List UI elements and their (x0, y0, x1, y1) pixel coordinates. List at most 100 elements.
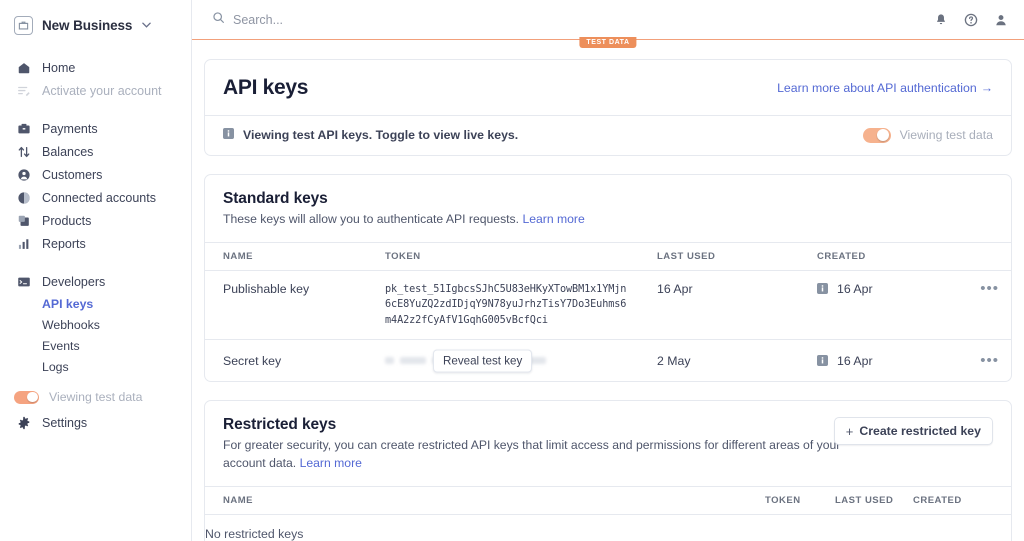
sidebar-item-home[interactable]: Home (0, 56, 191, 79)
sidebar-item-settings[interactable]: Settings (0, 411, 191, 434)
key-name-label: Publishable key (223, 281, 310, 296)
column-header-actions (939, 241, 1011, 271)
info-icon (817, 283, 828, 295)
nav-group-developers: Developers API keys Webhooks Events Logs (0, 270, 191, 377)
standard-keys-learn-more-link[interactable]: Learn more (522, 212, 584, 226)
column-header-token: TOKEN (385, 241, 657, 271)
topbar: TEST DATA (192, 0, 1024, 48)
nav-group-main: Home Activate your account (0, 56, 191, 102)
sidebar-item-api-keys[interactable]: API keys (42, 293, 191, 314)
sidebar-item-logs[interactable]: Logs (42, 356, 191, 377)
test-live-toggle[interactable]: Viewing test data (862, 127, 993, 143)
page-title: API keys (223, 76, 309, 99)
restricted-keys-description: For greater security, you can create res… (223, 437, 848, 472)
page-head: API keys Learn more about API authentica… (205, 60, 1011, 115)
sidebar-item-customers[interactable]: Customers (0, 163, 191, 186)
cell-actions[interactable]: ••• (939, 340, 1011, 381)
account-switcher[interactable]: New Business (0, 8, 191, 42)
topbar-icon-group (934, 13, 1008, 27)
restricted-keys-card: Restricted keys For greater security, yo… (204, 400, 1012, 541)
content-inner: API keys Learn more about API authentica… (204, 59, 1012, 541)
sidebar-test-data-toggle[interactable]: Viewing test data (0, 385, 191, 409)
cell-created: 16 Apr (817, 270, 939, 341)
key-name-label: Secret key (223, 353, 282, 368)
cell-token[interactable]: pk_test_51IgbcsSJhC5U83eHKyXTowBM1x1YMjn… (385, 270, 657, 341)
sidebar-item-balances[interactable]: Balances (0, 140, 191, 163)
empty-state-text: No restricted keys (205, 526, 304, 541)
create-restricted-key-label: Create restricted key (859, 424, 981, 439)
standard-keys-table: NAME TOKEN LAST USED CREATED Publishable… (205, 241, 1011, 381)
cell-actions[interactable]: ••• (939, 270, 1011, 341)
sidebar-item-label: Payments (42, 121, 98, 136)
sidebar: New Business Home Activate your account (0, 0, 192, 541)
connected-accounts-icon (16, 190, 31, 205)
notice-left: Viewing test API keys. Toggle to view li… (223, 126, 518, 144)
account-person-icon[interactable] (994, 13, 1008, 27)
sidebar-item-products[interactable]: Products (0, 209, 191, 232)
sidebar-item-payments[interactable]: Payments (0, 117, 191, 140)
sidebar-item-label: Reports (42, 236, 86, 251)
sidebar-item-webhooks[interactable]: Webhooks (42, 314, 191, 335)
table-row[interactable]: Publishable key pk_test_51IgbcsSJhC5U83e… (205, 270, 1011, 341)
sidebar-item-developers[interactable]: Developers (0, 270, 191, 293)
info-icon (817, 355, 828, 367)
store-icon (14, 15, 33, 35)
column-header-created: CREATED (817, 241, 939, 271)
sidebar-item-label: Home (42, 60, 76, 75)
main-area: TEST DATA API keys Learn more about API … (192, 0, 1024, 541)
account-name: New Business (42, 17, 133, 33)
cell-key-name: Publishable key (205, 270, 385, 341)
column-header-created: CREATED (913, 485, 1011, 515)
search-input[interactable] (233, 12, 533, 27)
secret-key-masked-token: Reveal test key (385, 349, 657, 373)
help-question-icon[interactable] (964, 13, 978, 27)
column-header-last-used: LAST USED (657, 241, 817, 271)
plus-icon: + (845, 423, 854, 439)
cell-created: 16 Apr (817, 340, 939, 381)
toggle-switch[interactable] (14, 390, 39, 404)
notifications-bell-icon[interactable] (934, 13, 948, 27)
sidebar-item-connected-accounts[interactable]: Connected accounts (0, 186, 191, 209)
toggle-label: Viewing test data (899, 128, 993, 142)
api-authentication-link-label: Learn more about API authentication (777, 81, 977, 95)
home-icon (16, 60, 31, 75)
customers-icon (16, 167, 31, 182)
restricted-keys-header: Restricted keys For greater security, yo… (205, 401, 1011, 485)
empty-state-row: No restricted keys (205, 514, 1011, 541)
sidebar-item-reports[interactable]: Reports (0, 232, 191, 255)
standard-keys-title: Standard keys (223, 190, 328, 207)
test-data-badge: TEST DATA (579, 36, 637, 48)
standard-keys-description-text: These keys will allow you to authenticat… (223, 212, 520, 226)
chevron-down-icon (142, 20, 152, 30)
column-header-last-used: LAST USED (835, 485, 913, 515)
table-row[interactable]: Secret key Reveal test key 2 May 16 Apr … (205, 340, 1011, 381)
column-header-name: NAME (205, 241, 385, 271)
sidebar-item-activate-your-account[interactable]: Activate your account (0, 79, 191, 102)
info-icon (223, 126, 234, 144)
publishable-key-token[interactable]: pk_test_51IgbcsSJhC5U83eHKyXTowBM1x1YMjn… (385, 282, 629, 329)
developers-subnav: API keys Webhooks Events Logs (0, 293, 191, 377)
arrow-right-icon: → (980, 81, 993, 95)
sidebar-nav: Home Activate your account Payments Bala… (0, 56, 191, 434)
restricted-keys-table: NAME TOKEN LAST USED CREATED No restrict… (205, 485, 1011, 541)
search-box[interactable] (212, 11, 934, 29)
restricted-keys-learn-more-link[interactable]: Learn more (300, 456, 362, 470)
created-date-label: 16 Apr (837, 281, 873, 296)
overflow-menu-icon[interactable]: ••• (939, 353, 999, 368)
reveal-test-key-button[interactable]: Reveal test key (433, 349, 533, 373)
cell-token[interactable]: Reveal test key (385, 340, 657, 381)
created-cell-inner: 16 Apr (817, 354, 939, 368)
overflow-menu-icon[interactable]: ••• (939, 281, 999, 296)
table-header-row: NAME TOKEN LAST USED CREATED (205, 485, 1011, 515)
sidebar-item-label: Balances (42, 144, 94, 159)
api-authentication-link[interactable]: Learn more about API authentication → (777, 81, 993, 95)
standard-keys-description: These keys will allow you to authenticat… (223, 211, 848, 229)
table-header-row: NAME TOKEN LAST USED CREATED (205, 241, 1011, 271)
reports-icon (16, 236, 31, 251)
toggle-switch[interactable] (862, 127, 891, 143)
cell-key-name: Secret key (205, 340, 385, 381)
cell-last-used: 16 Apr (657, 270, 817, 341)
sidebar-item-events[interactable]: Events (42, 335, 191, 356)
activate-icon (16, 83, 31, 98)
create-restricted-key-button[interactable]: + Create restricted key (833, 417, 993, 446)
